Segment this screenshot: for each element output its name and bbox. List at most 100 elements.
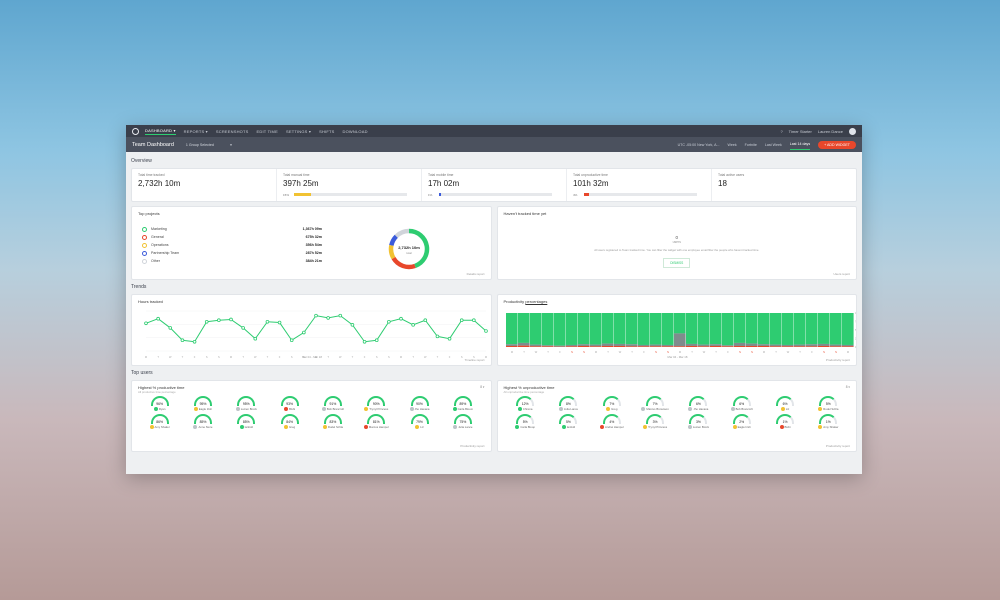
prod-bar-productive <box>841 313 854 345</box>
user-cell[interactable]: 7% Greg <box>590 396 633 411</box>
user-cell[interactable]: 5% Carla Bloop <box>504 414 547 429</box>
dismiss-button[interactable]: DISMISS <box>663 258 691 268</box>
prod-bar-neutral <box>733 342 746 346</box>
project-row[interactable]: Partnership Team 287h 52m <box>142 249 322 257</box>
timeline-report-link[interactable]: Timeline report <box>465 358 485 362</box>
user-cell[interactable]: 81% Marcus Hampel <box>355 414 398 429</box>
user-gauge: 6% <box>732 396 751 406</box>
top-users-report-link[interactable]: Productivity report <box>826 444 850 448</box>
user-cell[interactable]: 90% Jho Havana <box>398 396 441 411</box>
user-cell[interactable]: 7% Marcus Brownson <box>633 396 676 411</box>
users-report-link[interactable]: Users report <box>833 272 850 276</box>
range-last-14-days[interactable]: Last 14 days <box>789 139 811 150</box>
user-avatar-dot <box>321 407 326 411</box>
user-avatar-dot <box>364 407 369 411</box>
user-cell[interactable]: 6% Jho Havana <box>677 396 720 411</box>
user-cell[interactable]: 83% Rudel Schla <box>311 414 354 429</box>
nav-reports[interactable]: REPORTS ▾ <box>184 129 208 134</box>
overview-item: Total time tracked 2,732h 10m <box>132 169 277 201</box>
timezone-select[interactable]: UTC -05:00 New York, A... <box>678 143 720 147</box>
add-widget-button[interactable]: + ADD WIDGET <box>818 140 856 149</box>
user-cell[interactable]: 90% Trynyl Princess <box>355 396 398 411</box>
user-cell[interactable]: 96% Ryan <box>138 396 181 411</box>
project-row[interactable]: Marketing 1,367h 09m <box>142 225 322 233</box>
project-row[interactable]: Other 384h 21m <box>142 257 322 265</box>
user-cell[interactable]: 84% Greg <box>268 414 311 429</box>
nav-download[interactable]: DOWNLOAD <box>343 129 368 134</box>
hours-point <box>459 318 464 323</box>
user-gauge: 90% <box>410 396 429 406</box>
user-cell[interactable]: 85% Ianfold <box>225 414 268 429</box>
project-row[interactable]: Operations 356h 54m <box>142 241 322 249</box>
prod-bar-productive <box>625 313 638 345</box>
user-cell[interactable]: 85% Anne Store <box>181 414 224 429</box>
user-avatar-dot <box>641 407 646 411</box>
user-gauge: 7% <box>602 396 621 406</box>
x-tick-label: S <box>571 350 573 354</box>
user-cell[interactable]: 8% Julia Lance <box>547 396 590 411</box>
range-last-week[interactable]: Last Week <box>765 143 782 147</box>
user-gauge: 2% <box>732 414 751 424</box>
nav-edit-time[interactable]: EDIT TIME <box>257 129 278 134</box>
prod-bar-productive <box>577 313 590 345</box>
user-cell[interactable]: 3% Lucien Brock <box>677 414 720 429</box>
timer-link[interactable]: Timer Starter <box>789 129 812 134</box>
prod-bar-unproductive <box>829 346 842 347</box>
avatar[interactable] <box>849 127 856 135</box>
user-cell[interactable]: 95% Eagle Irish <box>181 396 224 411</box>
productivity-report-link[interactable]: Productivity report <box>826 358 850 362</box>
user-cell[interactable]: 75% Julia Lance <box>441 414 484 429</box>
page-title: Team Dashboard <box>132 141 174 148</box>
nav-dashboard[interactable]: DASHBOARD ▾ <box>145 128 176 135</box>
user-cell[interactable]: 95% Lucien Brock <box>225 396 268 411</box>
nav-screenshots[interactable]: SCREENSHOTS <box>216 129 249 134</box>
details-report-link[interactable]: Details report <box>467 272 485 276</box>
user-cell[interactable]: 93% Bixbi <box>268 396 311 411</box>
user-name[interactable]: Lauren Dance <box>818 129 843 134</box>
user-cell[interactable]: 1% Amy Shaker <box>807 414 850 429</box>
user-cell[interactable]: 86% Amy Shaker <box>138 414 181 429</box>
user-cell[interactable]: 6% Bob Brancroft <box>720 396 763 411</box>
user-avatar-dot <box>193 407 198 411</box>
sort-select[interactable]: 8 ▾ <box>846 385 850 389</box>
x-tick-label: F <box>559 350 561 354</box>
hours-point <box>387 319 391 324</box>
user-cell[interactable]: 4% Andrei Hampel <box>590 414 633 429</box>
user-cell[interactable]: 79% Liz <box>398 414 441 429</box>
user-cell[interactable]: 6% Liz <box>763 396 806 411</box>
user-avatar-dot <box>322 425 327 429</box>
user-cell[interactable]: 3% Trynyl Princess <box>633 414 676 429</box>
prod-bar-productive <box>565 313 578 345</box>
hours-point <box>484 329 488 333</box>
nav-settings[interactable]: SETTINGS ▾ <box>286 129 311 134</box>
prod-bar-productive <box>805 313 818 345</box>
projects-donut: 2,732h 10m total <box>388 228 430 270</box>
x-tick-label: F <box>364 355 366 359</box>
project-color-dot <box>142 226 147 232</box>
range-fortnite[interactable]: Fortnite <box>745 143 757 147</box>
top-users-report-link[interactable]: Productivity report <box>460 444 484 448</box>
group-select[interactable]: 1 Group Selected ▾ <box>186 143 232 147</box>
app-logo-icon[interactable] <box>132 127 139 135</box>
user-cell[interactable]: 89% Carla Bloom <box>441 396 484 411</box>
hours-tracked-card: Hours tracked MTWTFSSMTWTFSSMTWTFSSMTWTF… <box>131 294 492 366</box>
nav-shifts[interactable]: SHIFTS <box>319 129 334 134</box>
project-row[interactable]: General 675h 32m <box>142 233 322 241</box>
x-tick-label: W <box>786 350 789 354</box>
user-cell[interactable]: 5% Rudel Schla <box>807 396 850 411</box>
help-icon[interactable]: ? <box>780 129 782 134</box>
user-gauge: 83% <box>323 414 342 424</box>
x-tick-label: S <box>823 350 825 354</box>
user-cell[interactable]: 5% Ianfold <box>547 414 590 429</box>
user-cell[interactable]: 12% Chinma <box>504 396 547 411</box>
x-tick-label: S <box>218 355 220 359</box>
user-cell[interactable]: 1% Bixbi <box>763 414 806 429</box>
user-cell[interactable]: 2% Eagle Irish <box>720 414 763 429</box>
x-tick-label: T <box>547 350 549 354</box>
hours-point <box>168 326 173 330</box>
project-color-dot <box>142 250 147 256</box>
range-week[interactable]: Week <box>728 143 737 147</box>
user-cell[interactable]: 91% Bob Brancroft <box>311 396 354 411</box>
sort-select[interactable]: 8 ▾ <box>480 385 484 389</box>
user-avatar-dot <box>453 425 458 429</box>
